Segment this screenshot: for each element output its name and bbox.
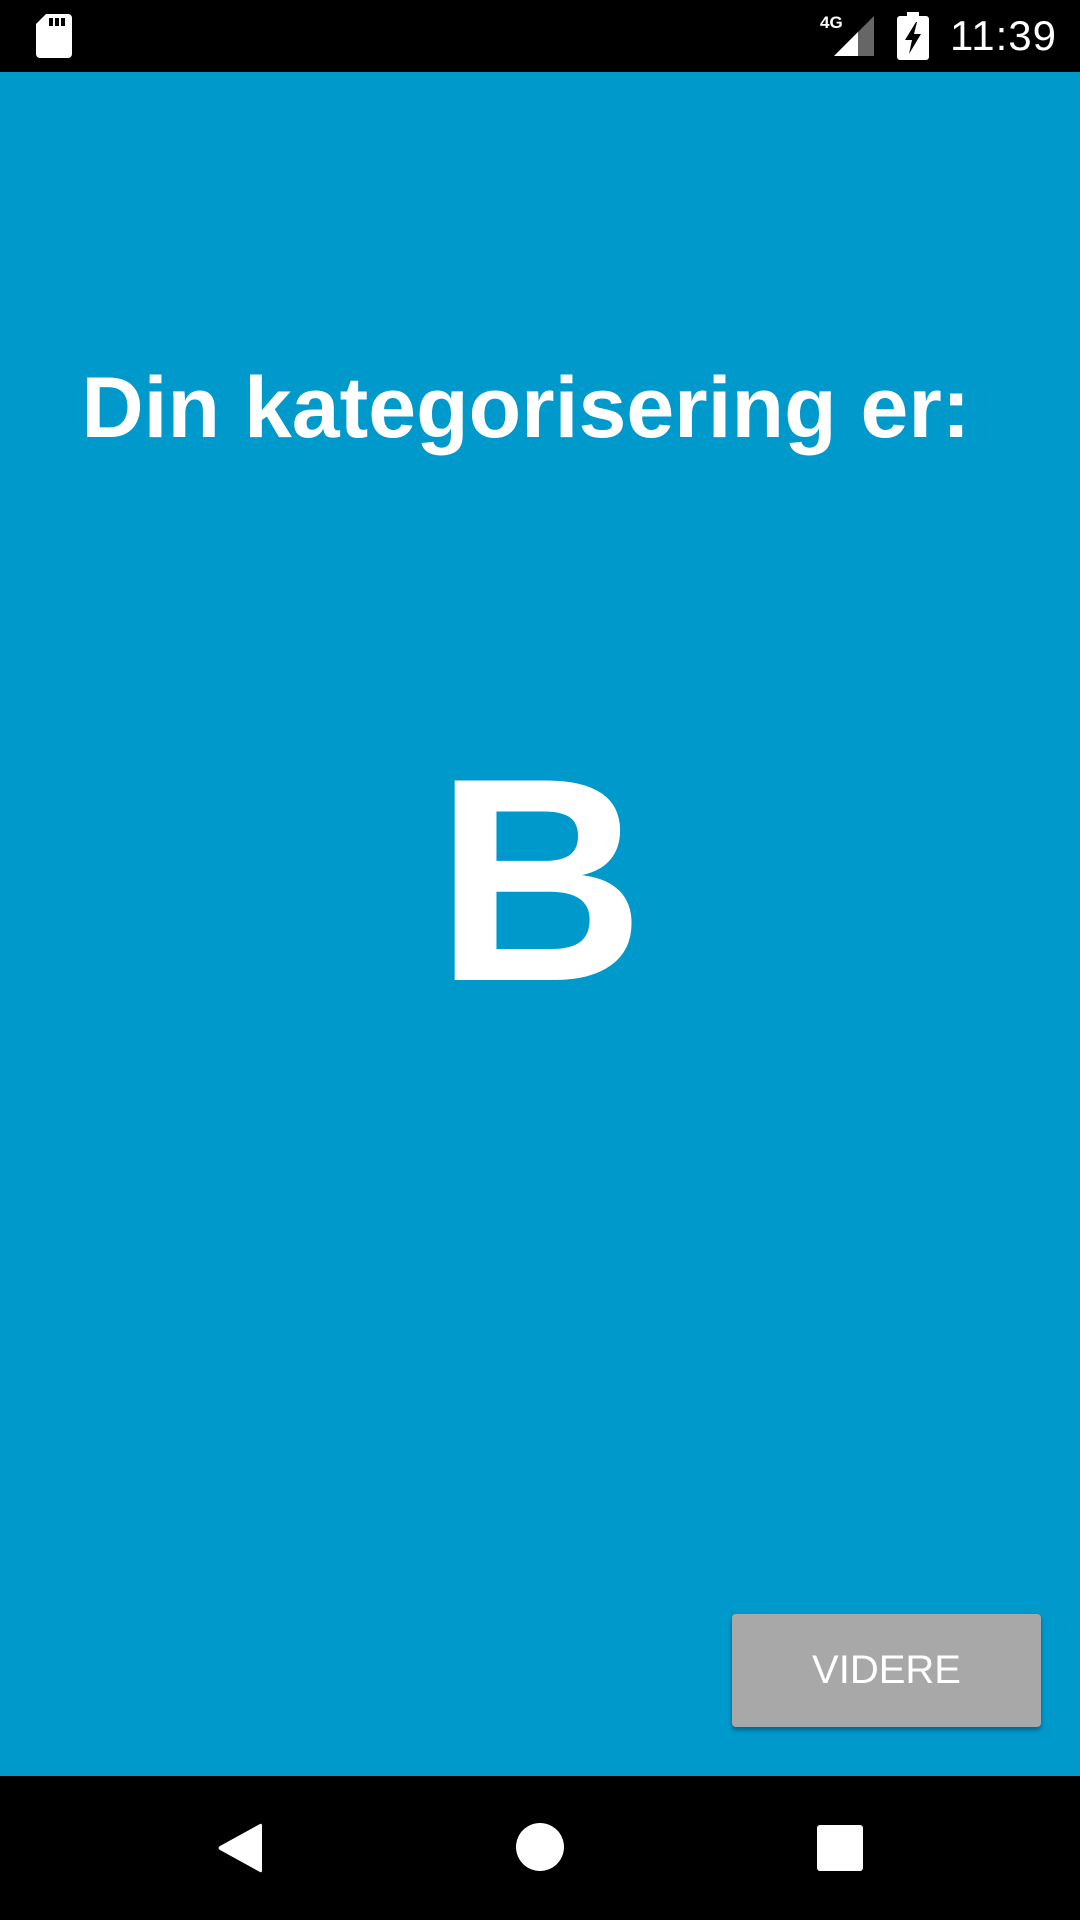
signal-icon: 4G [820,13,874,56]
sd-card-icon [36,14,72,58]
recents-icon[interactable] [816,1824,864,1872]
category-result: B [435,718,645,1042]
result-screen: 4G 11:39 Din kategorisering er: B VIDERE [0,0,1080,1920]
navigation-bar [0,1776,1080,1920]
status-bar: 4G 11:39 [0,0,1080,72]
battery-charging-icon [897,12,929,60]
network-type-label: 4G [820,13,843,32]
page-title: Din kategorisering er: [81,360,971,456]
status-clock: 11:39 [950,12,1057,59]
next-button[interactable]: VIDERE [732,1614,1041,1727]
back-icon[interactable] [214,1820,264,1876]
home-icon[interactable] [515,1822,565,1872]
